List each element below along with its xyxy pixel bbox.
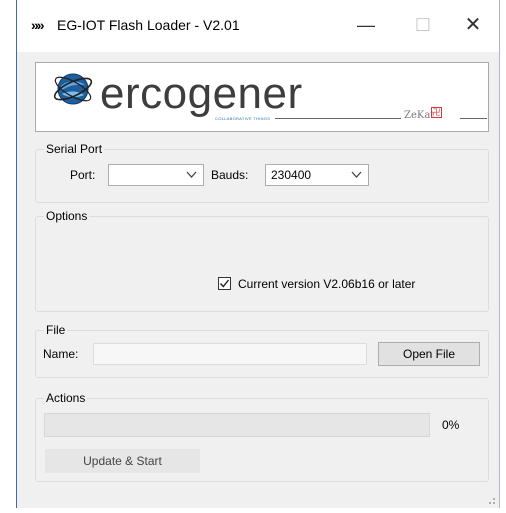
actions-group-label: Actions: [44, 391, 88, 405]
port-label: Port:: [70, 168, 96, 182]
port-select[interactable]: [108, 164, 204, 186]
current-version-label[interactable]: Current version V2.06b16 or later: [238, 277, 415, 291]
open-file-button[interactable]: Open File: [378, 342, 480, 366]
brand-banner: ercogener COLLABORATIVE THINGS ZeKat 卍: [35, 62, 489, 132]
brand-name: ercogener: [100, 69, 303, 118]
bauds-select-value: 230400: [271, 168, 312, 182]
update-progress-bar: [44, 413, 430, 437]
chevron-down-icon: [351, 171, 362, 178]
checkmark-icon: [219, 279, 230, 288]
bauds-select[interactable]: 230400: [265, 164, 369, 186]
partner-logo-mark: 卍: [431, 107, 442, 118]
file-name-label: Name:: [43, 347, 79, 361]
file-name-field[interactable]: [93, 343, 367, 365]
current-version-checkbox[interactable]: [218, 277, 231, 290]
title-bar[interactable]: »» EG-IOT Flash Loader - V2.01 — ☐ ✕: [17, 0, 499, 52]
chevron-down-icon: [186, 171, 197, 178]
banner-rule: [275, 118, 401, 119]
options-group-label: Options: [44, 209, 90, 223]
close-button[interactable]: ✕: [458, 12, 488, 38]
minimize-button[interactable]: —: [351, 12, 381, 38]
serial-port-group: Serial Port Port: Bauds: 230400: [35, 142, 489, 203]
resize-grip-icon[interactable]: [484, 493, 496, 505]
chevrons-icon: »»: [31, 17, 45, 33]
bauds-label: Bauds:: [211, 168, 249, 182]
window-title: EG-IOT Flash Loader - V2.01: [57, 17, 240, 33]
partner-logo-text: ZeKat: [404, 110, 435, 121]
brand-tagline: COLLABORATIVE THINGS: [215, 116, 271, 121]
serial-port-group-label: Serial Port: [44, 142, 105, 156]
update-start-button[interactable]: Update & Start: [45, 449, 200, 473]
flash-loader-window: »» EG-IOT Flash Loader - V2.01 — ☐ ✕ erc…: [16, 0, 500, 508]
maximize-button[interactable]: ☐: [408, 12, 438, 38]
file-group-label: File: [44, 323, 68, 337]
options-group: Options Current version V2.06b16 or late…: [35, 209, 489, 312]
progress-percent-text: 0%: [442, 418, 460, 432]
file-group: File Name: Open File: [35, 323, 489, 378]
actions-group: Actions 0% Update & Start: [35, 391, 489, 482]
banner-rule-end: [460, 118, 487, 119]
globe-logo-icon: [53, 73, 93, 105]
